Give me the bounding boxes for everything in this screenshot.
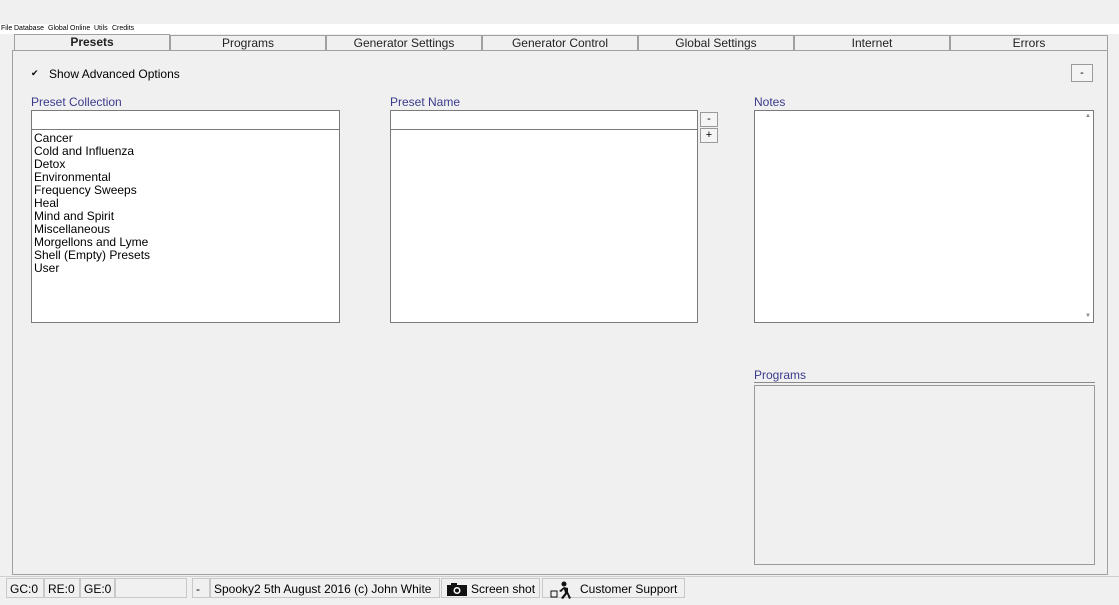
status-credit: Spooky2 5th August 2016 (c) John White: [210, 578, 440, 598]
status-gc: GC:0: [6, 578, 44, 598]
status-ge: GE:0: [80, 578, 115, 598]
preset-remove-button[interactable]: -: [700, 112, 718, 127]
menu-database[interactable]: Database: [14, 25, 44, 32]
list-item[interactable]: Cold and Influenza: [34, 145, 337, 158]
menu-global[interactable]: Global: [48, 25, 68, 32]
preset-add-button[interactable]: +: [700, 128, 718, 143]
customer-support-button[interactable]: Customer Support: [542, 578, 685, 599]
menu-utils[interactable]: Utils: [94, 25, 108, 32]
menu-file[interactable]: File: [1, 25, 12, 32]
camera-icon: [447, 583, 467, 597]
programs-divider: [754, 382, 1095, 383]
scroll-down-icon[interactable]: ▼: [1085, 313, 1091, 319]
preset-collection-list[interactable]: Cancer Cold and Influenza Detox Environm…: [31, 129, 340, 323]
preset-name-input[interactable]: [390, 110, 698, 130]
notes-label: Notes: [754, 95, 786, 109]
show-advanced-label: Show Advanced Options: [49, 67, 180, 81]
tab-generator-control[interactable]: Generator Control: [482, 35, 638, 50]
list-item[interactable]: Frequency Sweeps: [34, 184, 337, 197]
support-person-icon: [550, 581, 571, 599]
scroll-up-icon[interactable]: ▲: [1085, 113, 1091, 119]
list-item[interactable]: User: [34, 262, 337, 275]
screenshot-label: Screen shot: [471, 582, 536, 596]
status-blank: [115, 578, 187, 598]
collapse-button[interactable]: -: [1071, 64, 1093, 82]
screenshot-button[interactable]: Screen shot: [441, 578, 540, 598]
tab-programs[interactable]: Programs: [170, 35, 326, 50]
tab-global-settings[interactable]: Global Settings: [638, 35, 794, 50]
menu-credits[interactable]: Credits: [112, 25, 134, 32]
tab-presets[interactable]: Presets: [14, 34, 170, 51]
menu-online[interactable]: Online: [70, 25, 90, 32]
tab-errors[interactable]: Errors: [950, 35, 1108, 50]
tab-internet[interactable]: Internet: [794, 35, 950, 50]
programs-label: Programs: [754, 368, 807, 382]
list-item[interactable]: Shell (Empty) Presets: [34, 249, 337, 262]
notes-textarea[interactable]: [754, 110, 1094, 323]
preset-name-label: Preset Name: [390, 95, 461, 109]
show-advanced-checkbox[interactable]: ✔: [31, 69, 40, 78]
programs-box[interactable]: [754, 385, 1095, 565]
status-re: RE:0: [44, 578, 80, 598]
preset-collection-label: Preset Collection: [31, 95, 122, 109]
preset-name-list[interactable]: [390, 129, 698, 323]
customer-support-label: Customer Support: [580, 582, 678, 596]
status-dash: -: [192, 578, 210, 598]
menu-bar: [0, 24, 1119, 34]
preset-collection-search[interactable]: [31, 110, 340, 130]
tab-generator-settings[interactable]: Generator Settings: [326, 35, 482, 50]
